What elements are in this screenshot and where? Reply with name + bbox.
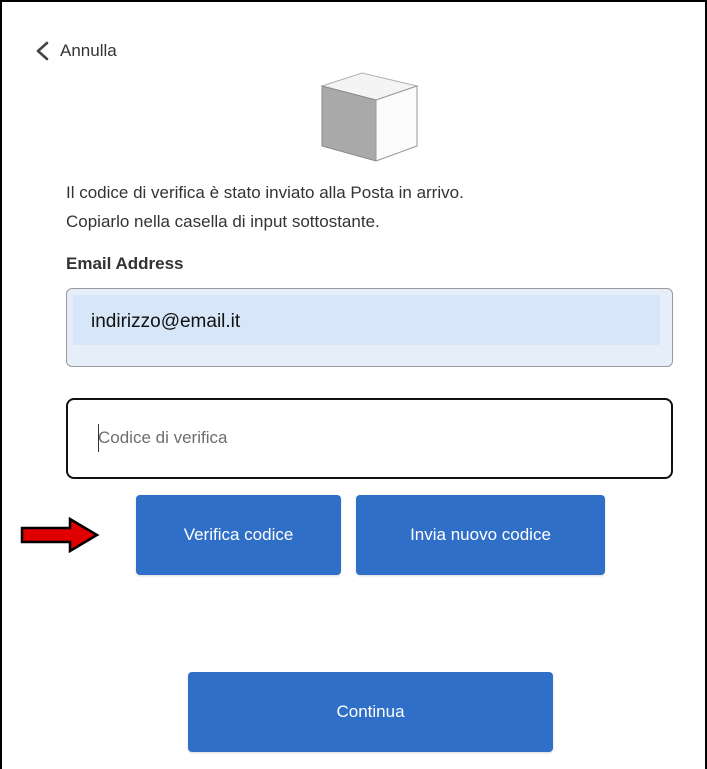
email-label: Email Address xyxy=(66,254,184,273)
cancel-link-label: Annulla xyxy=(60,41,117,60)
verification-code-input[interactable] xyxy=(98,422,638,454)
red-arrow-icon xyxy=(20,516,100,554)
verification-panel: Annulla Il codice di verifica è stato in… xyxy=(0,0,707,769)
cube-icon xyxy=(320,72,420,162)
continue-button[interactable]: Continua xyxy=(188,672,553,752)
instructions-line-2: Copiarlo nella casella di input sottosta… xyxy=(66,212,380,231)
chevron-left-icon xyxy=(34,41,52,61)
verification-code-field[interactable] xyxy=(66,398,673,479)
email-value: indirizzo@email.it xyxy=(91,311,241,332)
instructions-line-1: Il codice di verifica è stato inviato al… xyxy=(66,183,464,202)
resend-code-button[interactable]: Invia nuovo codice xyxy=(356,495,605,575)
email-field[interactable]: indirizzo@email.it xyxy=(66,288,673,367)
verify-code-button[interactable]: Verifica codice xyxy=(136,495,341,575)
cancel-link[interactable]: Annulla xyxy=(34,40,117,62)
instructions: Il codice di verifica è stato inviato al… xyxy=(66,178,686,236)
text-caret xyxy=(98,424,99,452)
